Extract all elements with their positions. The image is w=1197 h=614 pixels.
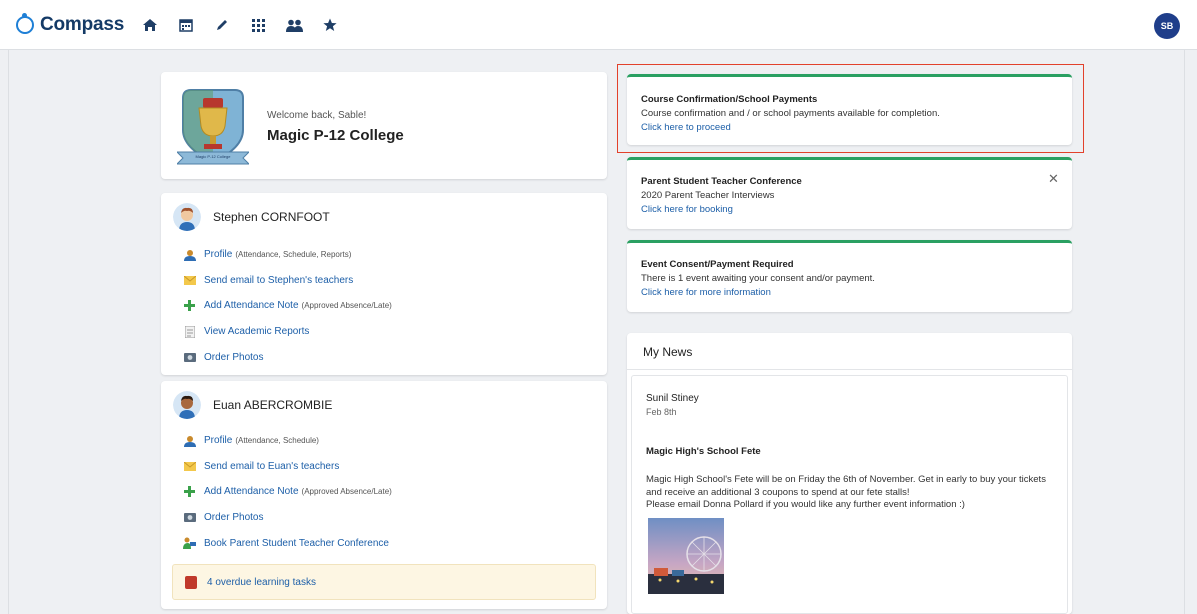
notice-text: There is 1 event awaiting your consent a… <box>641 273 875 284</box>
overdue-tasks-alert[interactable]: 4 overdue learning tasks <box>172 564 596 600</box>
student-name[interactable]: Stephen CORNFOOT <box>213 210 330 224</box>
user-avatar[interactable]: SB <box>1154 13 1180 39</box>
app-name: Compass <box>40 14 125 35</box>
conference-icon <box>183 537 196 550</box>
email-teachers-link[interactable]: Send email to Euan's teachers <box>183 454 392 480</box>
academic-reports-link[interactable]: View Academic Reports <box>183 319 392 345</box>
profile-link[interactable]: Profile (Attendance, Schedule) <box>183 428 392 454</box>
email-teachers-link[interactable]: Send email to Stephen's teachers <box>183 268 392 294</box>
book-conference-link[interactable]: Book Parent Student Teacher Conference <box>183 530 392 556</box>
news-body-paragraph: Magic High School's Fete will be on Frid… <box>646 474 1046 498</box>
student-avatar[interactable] <box>173 391 201 419</box>
top-bar: Compass SB <box>0 0 1197 50</box>
attendance-note-link[interactable]: Add Attendance Note (Approved Absence/Lat… <box>183 479 392 505</box>
camera-icon <box>183 351 196 364</box>
notice-card: Parent Student Teacher Conference 2020 P… <box>627 157 1072 229</box>
people-icon[interactable] <box>276 14 312 36</box>
attendance-note-link[interactable]: Add Attendance Note (Approved Absence/Lat… <box>183 293 392 319</box>
profile-icon <box>183 248 196 261</box>
calendar-icon[interactable] <box>168 14 204 36</box>
news-body-paragraph: Please email Donna Pollard if you would … <box>646 499 965 511</box>
camera-icon <box>183 511 196 524</box>
task-book-icon <box>185 575 197 589</box>
nav-bar <box>132 14 348 36</box>
news-author: Sunil Stiney <box>646 393 699 404</box>
brand[interactable]: Compass <box>16 12 124 38</box>
school-card: Magic P-12 College Welcome back, Sable! … <box>161 72 607 179</box>
notice-link[interactable]: Click here for booking <box>641 204 733 215</box>
news-body: Magic High School's Fete will be on Frid… <box>646 474 1061 512</box>
crest-ribbon-text: Magic P-12 College <box>195 154 231 159</box>
student-links: Profile (Attendance, Schedule) Send email… <box>183 428 392 556</box>
news-item: Sunil Stiney Feb 8th Magic High's School… <box>631 375 1068 614</box>
profile-icon <box>183 434 196 447</box>
plus-icon <box>183 299 196 312</box>
student-name[interactable]: Euan ABERCROMBIE <box>213 398 332 412</box>
plus-icon <box>183 485 196 498</box>
school-name: Magic P-12 College <box>267 127 404 144</box>
notice-title: Parent Student Teacher Conference <box>641 176 802 187</box>
highlight-box <box>617 64 1084 153</box>
star-icon[interactable] <box>312 14 348 36</box>
student-avatar[interactable] <box>173 203 201 231</box>
welcome-message: Welcome back, Sable! <box>267 110 367 121</box>
news-date: Feb 8th <box>646 407 677 417</box>
student-card: Stephen CORNFOOT Profile (Attendance, Sch… <box>161 193 607 375</box>
overdue-tasks-label[interactable]: 4 overdue learning tasks <box>207 577 316 588</box>
news-title: My News <box>643 345 693 359</box>
fete-photo[interactable] <box>648 518 724 594</box>
school-crest-icon: Magic P-12 College <box>175 86 251 170</box>
pencil-icon[interactable] <box>204 14 240 36</box>
divider <box>627 369 1072 370</box>
email-icon <box>183 274 196 287</box>
report-icon <box>183 325 196 338</box>
notice-link[interactable]: Click here for more information <box>641 287 771 298</box>
email-icon <box>183 460 196 473</box>
news-headline: Magic High's School Fete <box>646 446 761 457</box>
order-photos-link[interactable]: Order Photos <box>183 505 392 531</box>
close-icon[interactable]: ✕ <box>1048 171 1059 187</box>
home-icon[interactable] <box>132 14 168 36</box>
compass-logo-icon <box>16 13 34 34</box>
order-photos-link[interactable]: Order Photos <box>183 344 392 370</box>
grid-icon[interactable] <box>240 14 276 36</box>
student-links: Profile (Attendance, Schedule, Reports) S… <box>183 242 392 370</box>
notice-text: 2020 Parent Teacher Interviews <box>641 190 775 201</box>
notice-title: Event Consent/Payment Required <box>641 259 794 270</box>
news-panel: My News Sunil Stiney Feb 8th Magic High'… <box>627 333 1072 614</box>
student-card: Euan ABERCROMBIE Profile (Attendance, Sch… <box>161 381 607 609</box>
profile-link[interactable]: Profile (Attendance, Schedule, Reports) <box>183 242 392 268</box>
notice-card: Event Consent/Payment Required There is … <box>627 240 1072 312</box>
